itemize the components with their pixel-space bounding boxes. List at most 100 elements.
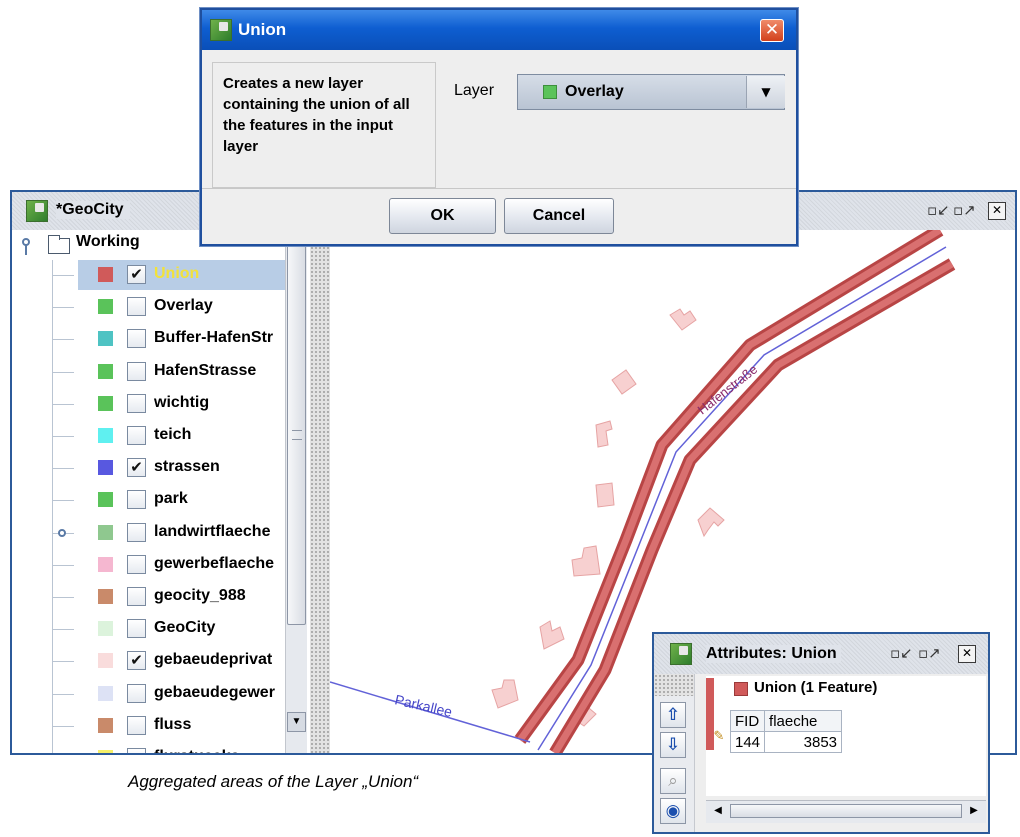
- layer-name-label: gebaeudeprivat: [154, 651, 273, 669]
- tree-layer-row[interactable]: Buffer-HafenStr: [12, 324, 282, 354]
- building-polygon: [539, 620, 565, 650]
- layer-visibility-checkbox[interactable]: ✔: [127, 458, 146, 478]
- tree-layer-row[interactable]: geocity_988: [12, 582, 282, 612]
- column-header-flaeche[interactable]: flaeche: [764, 710, 843, 732]
- layer-visibility-checkbox[interactable]: [127, 490, 146, 510]
- layer-color-swatch: [98, 621, 113, 637]
- column-header-fid[interactable]: FID: [729, 710, 766, 732]
- panel-splitter[interactable]: [310, 230, 330, 753]
- attributes-title: Attributes: Union: [706, 645, 841, 663]
- layer-visibility-checkbox[interactable]: [127, 715, 146, 735]
- maximize-icon[interactable]: ▫↗: [953, 200, 976, 222]
- chevron-down-icon[interactable]: ▼: [746, 76, 785, 108]
- hscroll-thumb[interactable]: [730, 804, 962, 818]
- layer-dropdown[interactable]: Overlay ▼: [517, 74, 785, 110]
- layer-tree-scrollbar[interactable]: ▲ ▼: [285, 230, 307, 753]
- dialog-app-icon: [210, 19, 232, 41]
- toolbar-grip: [654, 674, 694, 696]
- layer-name-label: fluss: [154, 715, 192, 733]
- tree-layer-row[interactable]: wichtig: [12, 389, 282, 419]
- tree-layer-row[interactable]: GeoCity: [12, 614, 282, 644]
- layer-color-swatch: [98, 556, 113, 572]
- tree-layer-row[interactable]: ✔ gebaeudeprivat: [12, 646, 282, 676]
- layer-color-swatch: [98, 299, 113, 315]
- tree-expand-handle-icon[interactable]: [58, 528, 66, 537]
- close-icon[interactable]: ✕: [760, 19, 784, 42]
- tree-layer-row[interactable]: fluss: [12, 711, 282, 741]
- table-row[interactable]: 144 3853: [729, 731, 843, 753]
- tree-connector: [52, 500, 74, 502]
- tree-layer-row[interactable]: park: [12, 485, 282, 515]
- attributes-app-icon: [670, 643, 692, 665]
- layer-color-swatch: [98, 492, 113, 508]
- dialog-titlebar[interactable]: Union ✕: [202, 10, 796, 50]
- close-icon[interactable]: ✕: [958, 645, 976, 663]
- layer-visibility-checkbox[interactable]: [127, 426, 146, 445]
- tree-layer-row[interactable]: teich: [12, 421, 282, 451]
- tree-layer-row[interactable]: gewerbeflaeche: [12, 550, 282, 580]
- ok-button-label: OK: [430, 207, 455, 224]
- arrow-down-icon[interactable]: ⇩: [660, 732, 686, 758]
- layer-visibility-checkbox[interactable]: [127, 361, 146, 381]
- tree-layer-row[interactable]: Overlay: [12, 292, 282, 322]
- tree-layer-row[interactable]: flurstuecke: [12, 743, 282, 753]
- layer-visibility-checkbox[interactable]: ✔: [127, 265, 146, 284]
- cell-flaeche[interactable]: 3853: [764, 731, 843, 753]
- tree-layer-row[interactable]: gebaeudegewer: [12, 679, 282, 709]
- scroll-right-icon[interactable]: ▶: [966, 803, 982, 819]
- globe-icon[interactable]: ◉: [660, 798, 686, 824]
- tree-layer-row[interactable]: landwirtflaeche: [12, 518, 282, 548]
- layer-visibility-checkbox[interactable]: [127, 619, 146, 639]
- layer-visibility-checkbox[interactable]: [127, 522, 146, 542]
- folder-icon: [48, 238, 70, 254]
- tree-layer-row[interactable]: ✔ Union: [12, 260, 298, 290]
- cancel-button[interactable]: Cancel: [504, 198, 614, 234]
- tree-connector: [52, 693, 74, 695]
- ok-button[interactable]: OK: [389, 198, 496, 234]
- layer-color-swatch: [98, 717, 113, 733]
- maximize-icon[interactable]: ▫↗: [918, 643, 941, 665]
- edit-pencil-icon[interactable]: ✎: [712, 730, 726, 744]
- attributes-window: Attributes: Union ▫↙ ▫↗ ✕ ⇧ ⇩ ⌕ ◉ Union …: [652, 632, 990, 834]
- layer-visibility-checkbox[interactable]: [127, 683, 146, 703]
- tree-connector: [52, 661, 74, 663]
- arrow-up-icon[interactable]: ⇧: [660, 702, 686, 728]
- zoom-icon[interactable]: ⌕: [660, 768, 686, 794]
- building-polygon: [595, 420, 613, 448]
- layer-visibility-checkbox[interactable]: [127, 587, 146, 606]
- layer-name-label: teich: [154, 426, 192, 443]
- layer-visibility-checkbox[interactable]: [127, 748, 146, 753]
- layer-visibility-checkbox[interactable]: [127, 393, 146, 413]
- layer-visibility-checkbox[interactable]: [127, 554, 146, 574]
- scroll-down-icon[interactable]: ▼: [287, 712, 306, 732]
- attributes-titlebar[interactable]: Attributes: Union ▫↙ ▫↗ ✕: [654, 634, 988, 674]
- minimize-icon[interactable]: ▫↙: [927, 200, 950, 222]
- cell-fid[interactable]: 144: [729, 731, 766, 753]
- layer-name-label: gewerbeflaeche: [154, 554, 275, 572]
- layer-color-swatch: [98, 653, 113, 669]
- attributes-hscrollbar[interactable]: ◀ ▶: [706, 800, 986, 823]
- tree-connector: [52, 403, 74, 405]
- tree-layer-row[interactable]: ✔ strassen: [12, 453, 282, 483]
- layer-name-label: Overlay: [154, 297, 213, 315]
- thumb-grip-icon: [292, 430, 302, 440]
- app-icon: [26, 200, 48, 222]
- scroll-left-icon[interactable]: ◀: [710, 803, 726, 819]
- tree-layer-row[interactable]: HafenStrasse: [12, 357, 282, 387]
- layer-visibility-checkbox[interactable]: ✔: [127, 651, 146, 671]
- building-polygon: [491, 679, 519, 709]
- building-polygon: [669, 308, 697, 331]
- layer-color-swatch: [98, 589, 113, 604]
- tree-connector: [52, 564, 74, 566]
- minimize-icon[interactable]: ▫↙: [890, 643, 913, 665]
- union-dialog: Union ✕ Creates a new layer containing t…: [200, 8, 798, 246]
- close-icon[interactable]: ✕: [988, 202, 1006, 220]
- layer-color-swatch: [98, 395, 113, 411]
- building-polygon: [611, 369, 637, 395]
- layer-visibility-checkbox[interactable]: [127, 297, 146, 317]
- layer-name-label: geocity_988: [154, 587, 246, 604]
- tree-connector: [52, 468, 74, 470]
- scroll-thumb[interactable]: [287, 245, 306, 625]
- layer-visibility-checkbox[interactable]: [127, 329, 146, 349]
- tree-connector: [52, 725, 74, 727]
